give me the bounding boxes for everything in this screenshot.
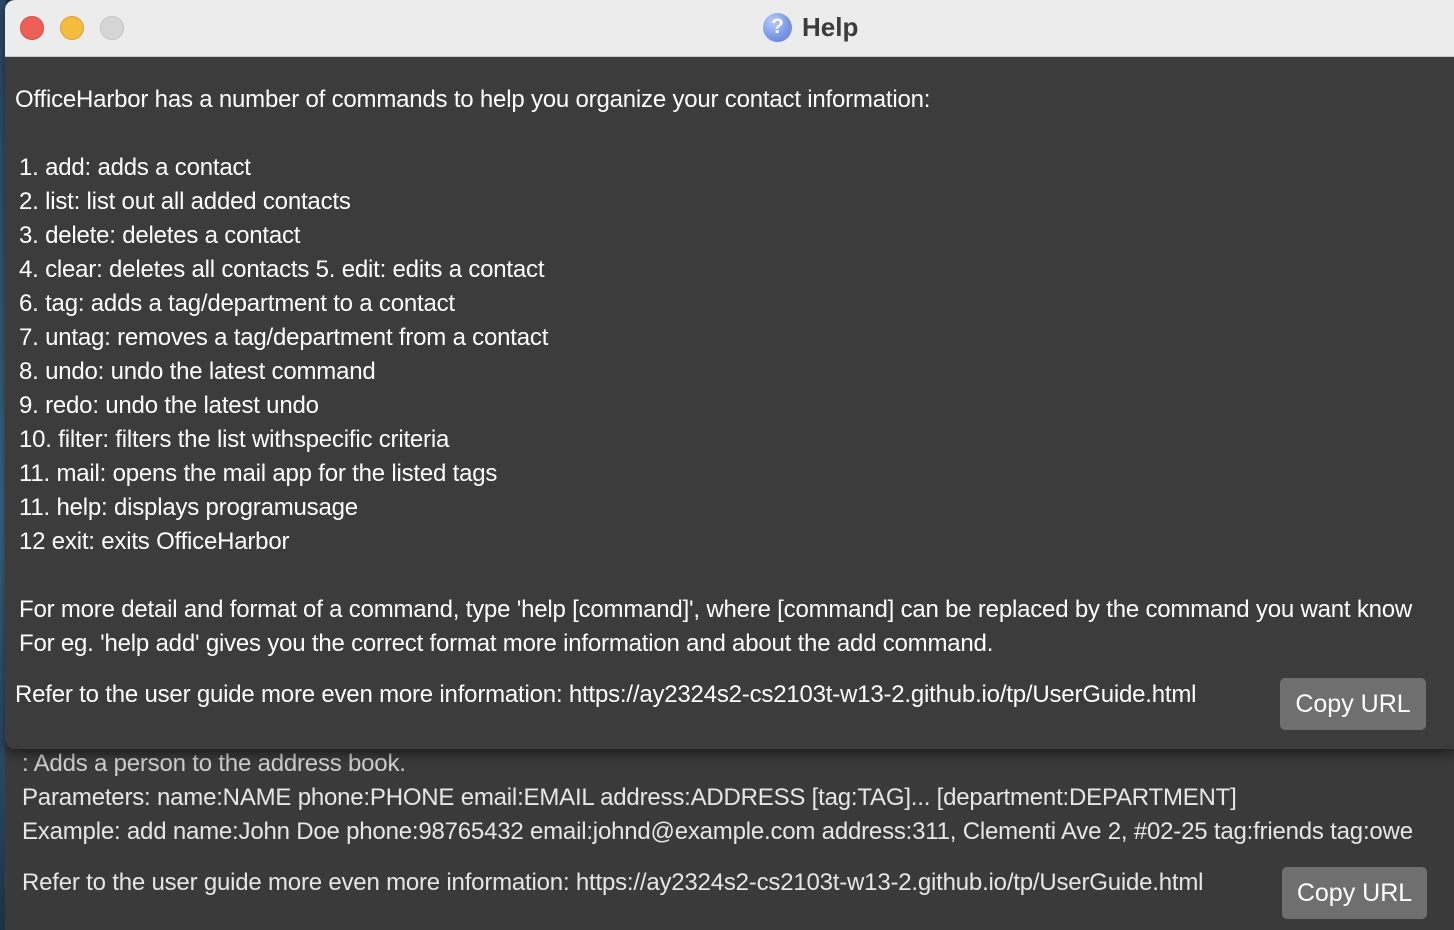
close-window-button[interactable] [20,16,44,40]
window-title: ? Help [763,11,858,43]
help-detail-line-1: For more detail and format of a command,… [19,596,1413,623]
back-example-line: Example: add name:John Doe phone:9876543… [22,818,1413,845]
command-list-item: 9. redo: undo the latest undo [19,392,319,419]
back-guide-text: Refer to the user guide more even more i… [22,869,1204,896]
command-list-item: 10. filter: filters the list withspecifi… [19,426,450,453]
zoom-window-button [100,16,124,40]
back-description-line: : Adds a person to the address book. [22,750,406,777]
help-detail-line-2: For eg. 'help add' gives you the correct… [19,630,994,657]
command-list-item: 11. help: displays programusage [19,494,358,521]
command-list-item: 7. untag: removes a tag/department from … [19,324,549,351]
window-title-text: Help [802,11,859,42]
title-bar[interactable]: ? Help [5,0,1454,57]
help-question-icon: ? [763,12,792,42]
command-list-item: 6. tag: adds a tag/department to a conta… [19,290,455,317]
command-list-item: 2. list: list out all added contacts [19,188,351,215]
background-help-window: : Adds a person to the address book. Par… [5,730,1454,930]
command-list-item: 8. undo: undo the latest command [19,358,376,385]
command-list-item: 12 exit: exits OfficeHarbor [19,528,290,555]
command-list-item: 4. clear: deletes all contacts 5. edit: … [19,256,545,283]
help-intro: OfficeHarbor has a number of commands to… [15,86,931,113]
copy-url-button[interactable]: Copy URL [1280,678,1426,730]
minimize-window-button[interactable] [60,16,84,40]
help-window: ? Help OfficeHarbor has a number of comm… [5,0,1454,749]
back-parameters-line: Parameters: name:NAME phone:PHONE email:… [22,784,1237,811]
back-copy-url-button[interactable]: Copy URL [1282,867,1427,919]
command-list-item: 3. delete: deletes a contact [19,222,301,249]
command-list-item: 11. mail: opens the mail app for the lis… [19,460,498,487]
user-guide-text: Refer to the user guide more even more i… [15,681,1197,708]
command-list-item: 1. add: adds a contact [19,154,251,181]
